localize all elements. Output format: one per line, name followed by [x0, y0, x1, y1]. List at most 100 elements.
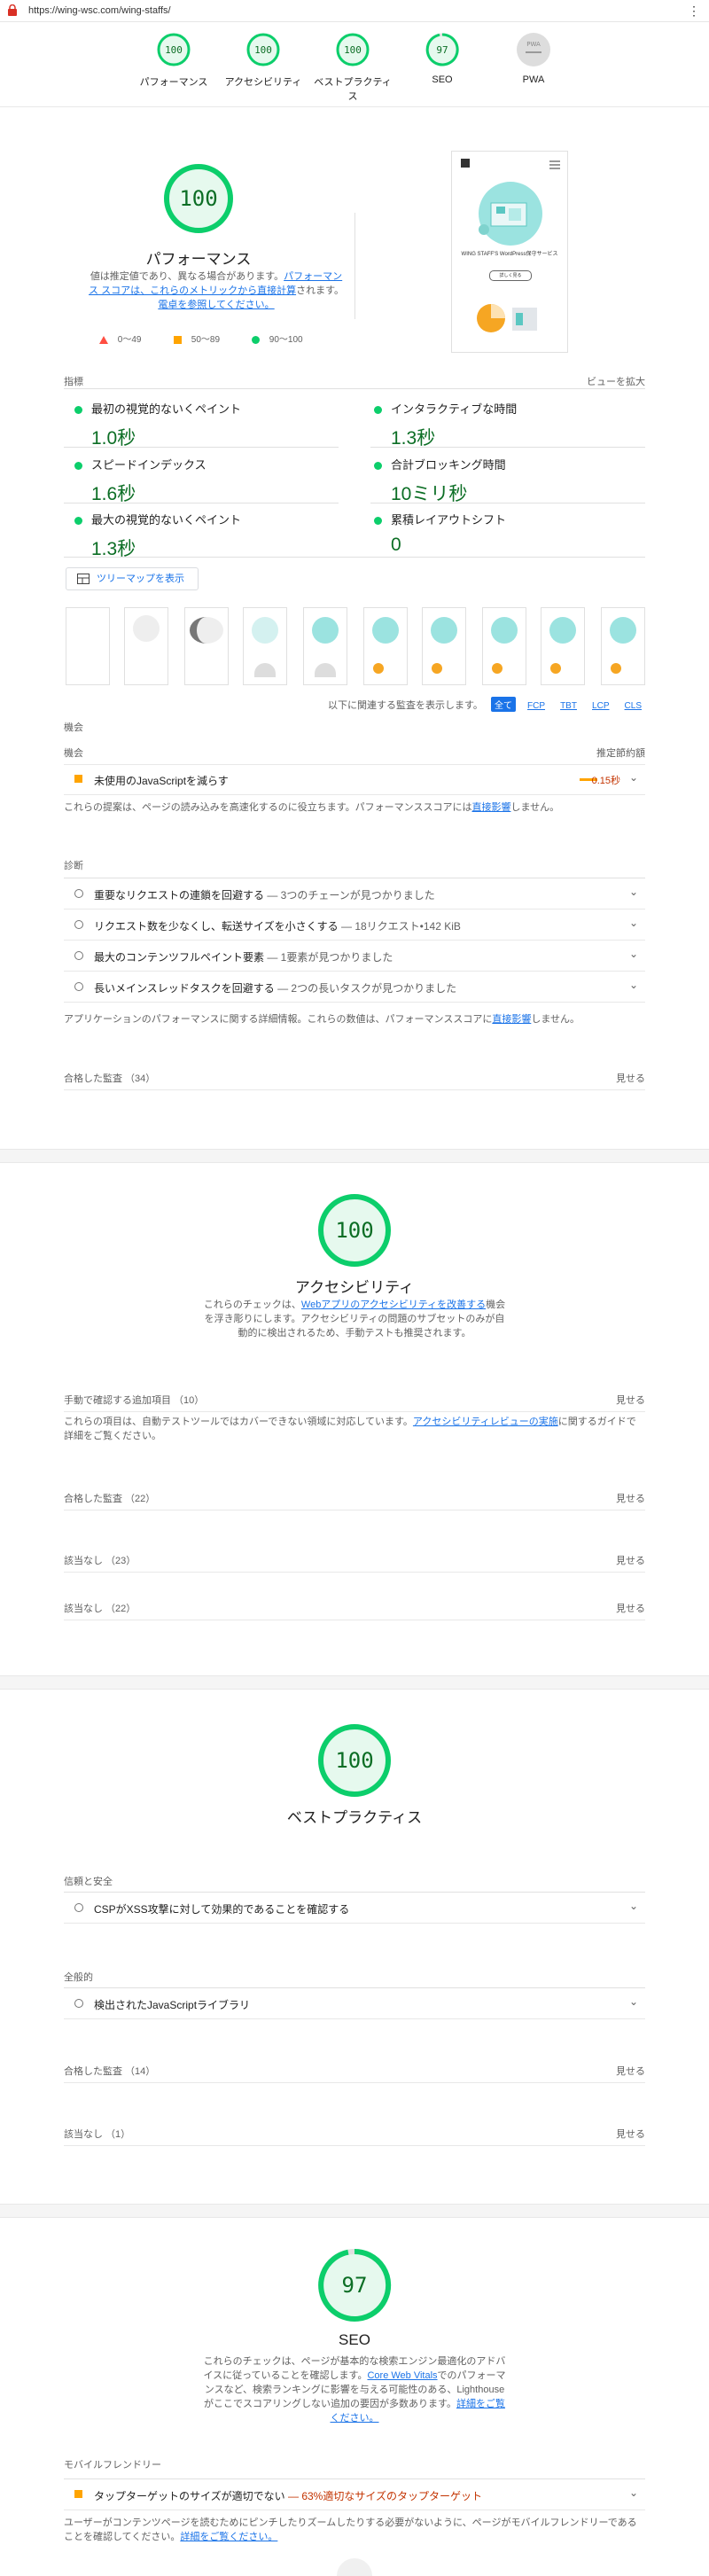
section-separator — [0, 2204, 709, 2218]
audit-tap-targets[interactable]: タップターゲットのサイズが適切でない — 63%適切なサイズのタップターゲット … — [64, 2479, 645, 2510]
trust-safety-header: 信頼と安全 — [64, 1877, 113, 1887]
diagnostics-note: アプリケーションのパフォーマンスに関する詳細情報。これらの数値は、パフォーマンス… — [64, 1014, 580, 1025]
svg-text:PWA: PWA — [526, 41, 541, 48]
not-applicable-best-practices[interactable]: 該当なし （1） 見せる — [64, 2119, 645, 2146]
not-applicable-accessibility-1[interactable]: 該当なし （23） 見せる — [64, 1545, 645, 1573]
metric-fcp: 最初の視覚的ないくペイント 1.0秒 — [74, 400, 349, 450]
nav-seo[interactable]: 97 SEO — [402, 32, 482, 85]
hero-illustration — [479, 182, 542, 246]
nav-label: SEO — [432, 74, 453, 85]
filter-cls[interactable]: CLS — [621, 700, 645, 712]
lock-icon — [8, 4, 17, 16]
accessibility-review-link[interactable]: アクセシビリティレビューの実施 — [413, 1417, 558, 1427]
opportunities-columns: 機会 推定節約額 — [64, 738, 645, 765]
improve-accessibility-link[interactable]: Webアプリのアクセシビリティを改善する — [301, 1300, 486, 1310]
learn-more-link[interactable]: 詳細をご覧ください。 — [180, 2532, 277, 2542]
calculator-link[interactable]: 電卓を参照してください。 — [158, 300, 274, 310]
show-toggle: 見せる — [616, 1073, 645, 1084]
show-toggle: 見せる — [616, 2066, 645, 2077]
audit-filter: 以下に関連する監査を表示します。 全て FCP TBT LCP CLS — [328, 697, 645, 712]
address-bar[interactable]: https://wing-wsc.com/wing-staffs/ ⋮ — [0, 0, 709, 22]
chevron-down-icon[interactable]: ⌄ — [629, 917, 638, 929]
svg-text:100: 100 — [344, 44, 362, 56]
metric-tbt: 合計ブロッキング時間 10ミリ秒 — [374, 456, 649, 506]
filmstrip-frame — [601, 607, 645, 685]
manual-checks[interactable]: 手動で確認する追加項目 （10） 見せる — [64, 1385, 645, 1412]
nav-label: パフォーマンス — [139, 77, 208, 88]
passed-audits-best-practices[interactable]: 合格した監査 （14） 見せる — [64, 2056, 645, 2083]
filmstrip-frame — [243, 607, 287, 685]
best-practices-gauge-icon: 100 — [336, 33, 370, 66]
filmstrip-frame — [303, 607, 347, 685]
filter-all[interactable]: 全て — [490, 697, 516, 712]
chevron-down-icon[interactable]: ⌄ — [629, 2486, 638, 2499]
nav-accessibility[interactable]: 100 アクセシビリティ — [223, 32, 303, 89]
filter-lcp[interactable]: LCP — [588, 700, 612, 712]
audit-unused-javascript[interactable]: 未使用のJavaScriptを減らす 0.15秒 ⌄ — [64, 764, 645, 795]
audit-js-libraries[interactable]: 検出されたJavaScriptライブラリ ⌄ — [64, 1988, 645, 2019]
pass-dot-icon — [374, 517, 382, 526]
direct-impact-link[interactable]: 直接影響 — [492, 1014, 531, 1025]
average-square-icon — [74, 2490, 82, 2498]
next-gauge-peek — [337, 2558, 372, 2576]
show-toggle: 見せる — [616, 1556, 645, 1566]
best-practices-gauge: 100 — [318, 1724, 391, 1797]
filter-fcp[interactable]: FCP — [524, 700, 549, 712]
average-square-icon — [174, 335, 182, 344]
audit-long-tasks[interactable]: 長いメインスレッドタスクを回避する — 2つの長いタスクが見つかりました ⌄ — [64, 972, 645, 1003]
manual-checks-note: これらの項目は、自動テストツールではカバーできない領域に対応しています。アクセシ… — [64, 1417, 636, 1441]
best-practices-title: ベストプラクティス — [286, 1809, 423, 1826]
audit-critical-request-chains[interactable]: 重要なリクエストの連鎖を回避する — 3つのチェーンが見つかりました ⌄ — [64, 878, 645, 909]
chevron-down-icon[interactable]: ⌄ — [629, 886, 638, 898]
final-screenshot[interactable]: WING STAFF'S WordPress保守サービス 詳しく見る — [451, 151, 568, 353]
kebab-menu-icon[interactable]: ⋮ — [688, 4, 700, 19]
filmstrip-frame — [482, 607, 526, 685]
performance-gauge: 100 — [164, 164, 233, 233]
chevron-down-icon[interactable]: ⌄ — [629, 948, 638, 960]
info-circle-icon — [74, 982, 83, 991]
filmstrip-frame — [422, 607, 466, 685]
nav-label: ベストプラクティス — [314, 77, 392, 102]
metric-cls: 累積レイアウトシフト 0 — [374, 511, 649, 556]
score-nav: 100 パフォーマンス 100 アクセシビリティ 100 ベストプラクティス 9… — [0, 25, 709, 107]
filmstrip-frame — [363, 607, 408, 685]
filmstrip-frame — [184, 607, 229, 685]
metric-lcp: 最大の視覚的ないくペイント 1.3秒 — [74, 511, 349, 561]
nav-best-practices[interactable]: 100 ベストプラクティス — [313, 32, 393, 103]
seo-description: これらのチェックは、ページが基本的な検索エンジン最適化のアドバイスに従っているこ… — [203, 2356, 506, 2424]
accessibility-gauge-icon: 100 — [246, 33, 280, 66]
show-toggle: 見せる — [616, 1395, 645, 1406]
accessibility-title: アクセシビリティ — [294, 1279, 415, 1296]
audit-resource-summary[interactable]: リクエスト数を少なくし、転送サイズを小さくする — 18リクエスト•142 Ki… — [64, 909, 645, 941]
core-web-vitals-link[interactable]: Core Web Vitals — [367, 2370, 437, 2381]
audit-csp-xss[interactable]: CSPがXSS攻撃に対して効果的であることを確認する ⌄ — [64, 1893, 645, 1924]
svg-text:100: 100 — [179, 186, 217, 211]
url-text[interactable]: https://wing-wsc.com/wing-staffs/ — [28, 5, 171, 16]
expand-view-toggle[interactable]: ビューを拡大 — [587, 374, 645, 388]
treemap-icon — [77, 574, 90, 584]
chevron-down-icon[interactable]: ⌄ — [629, 1995, 638, 2008]
info-circle-icon — [74, 889, 83, 898]
nav-performance[interactable]: 100 パフォーマンス — [134, 32, 214, 89]
passed-audits-accessibility[interactable]: 合格した監査 （22） 見せる — [64, 1483, 645, 1510]
passed-audits-performance[interactable]: 合格した監査 （34） 見せる — [64, 1063, 645, 1090]
chevron-down-icon[interactable]: ⌄ — [629, 979, 638, 991]
chevron-down-icon[interactable]: ⌄ — [629, 1900, 638, 1912]
pwa-badge-icon: PWA — [517, 33, 550, 66]
metrics-header: 指標 — [64, 377, 83, 387]
filter-tbt[interactable]: TBT — [557, 700, 580, 712]
nav-pwa[interactable]: PWA PWA — [494, 32, 573, 85]
pass-dot-icon — [74, 462, 82, 471]
section-separator — [0, 1149, 709, 1163]
view-treemap-button[interactable]: ツリーマップを表示 — [66, 567, 199, 590]
svg-text:100: 100 — [335, 1218, 373, 1243]
chevron-down-icon[interactable]: ⌄ — [629, 771, 638, 784]
audit-lcp-element[interactable]: 最大のコンテンツフルペイント要素 — 1要素が見つかりました ⌄ — [64, 941, 645, 972]
pass-dot-icon — [374, 462, 382, 471]
direct-impact-link[interactable]: 直接影響 — [471, 802, 510, 813]
info-circle-icon — [74, 1903, 83, 1912]
not-applicable-accessibility-2[interactable]: 該当なし （22） 見せる — [64, 1593, 645, 1620]
site-logo-icon — [461, 159, 470, 168]
info-circle-icon — [74, 951, 83, 960]
svg-text:97: 97 — [436, 44, 448, 56]
